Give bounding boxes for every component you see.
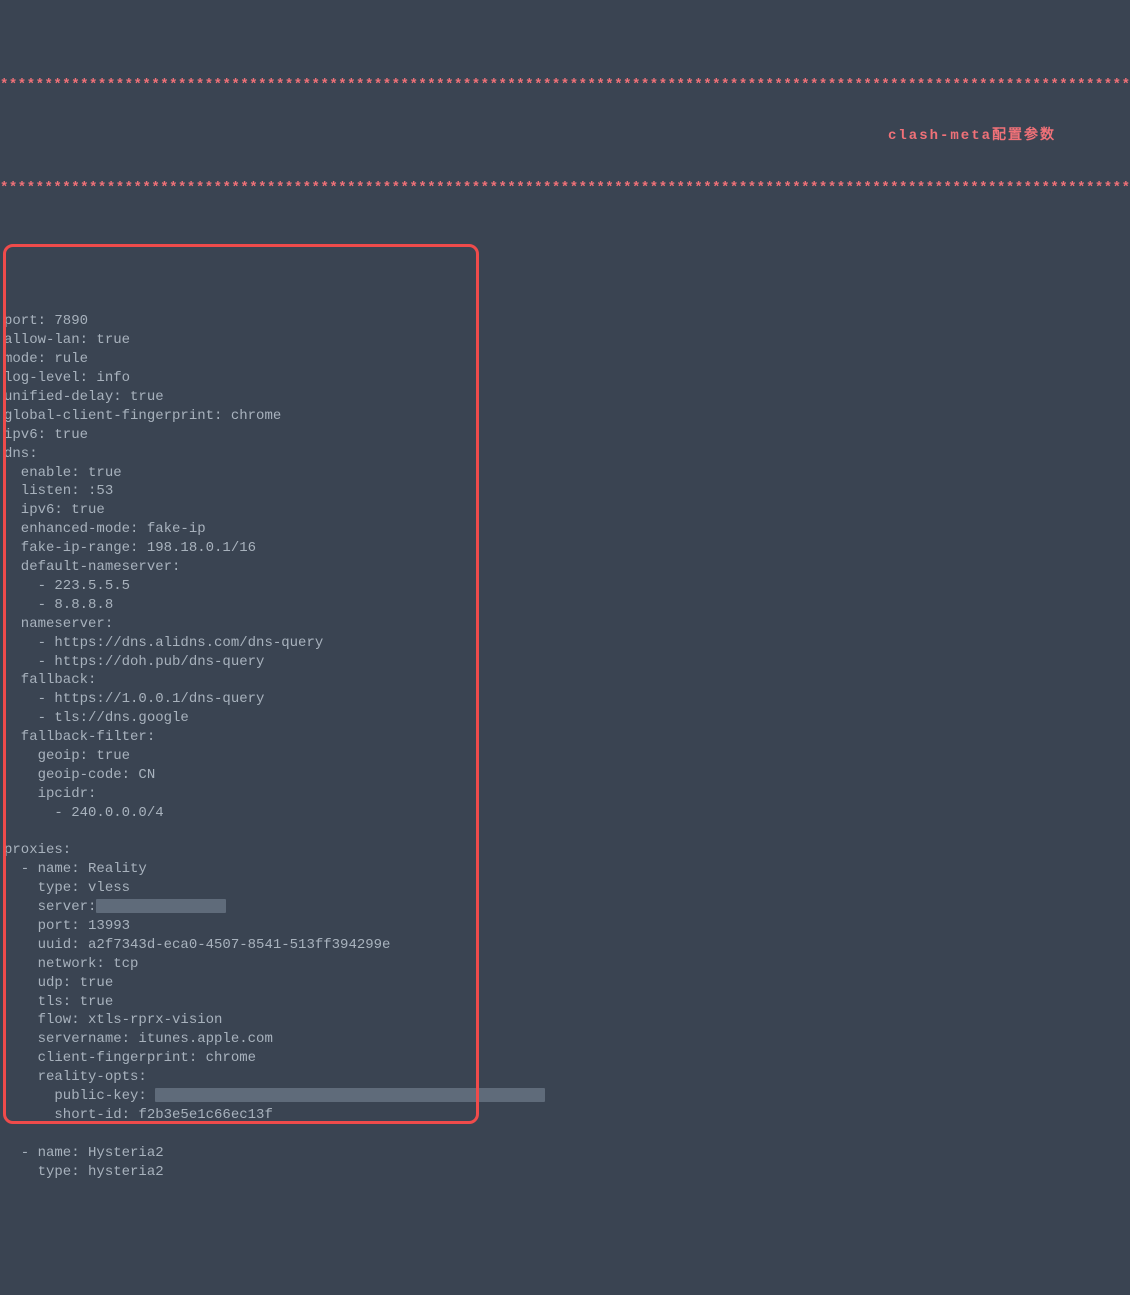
cfg-line: log-level: info <box>4 370 130 386</box>
cfg-line: port: 7890 <box>4 313 88 329</box>
cfg-line: mode: rule <box>4 351 88 367</box>
cfg-line: allow-lan: true <box>4 332 130 348</box>
cfg-line: - https://dns.alidns.com/dns-query <box>4 635 323 651</box>
cfg-line: enable: true <box>4 465 122 481</box>
cfg-line: tls: true <box>4 994 113 1010</box>
redacted-server <box>96 899 226 913</box>
cfg-line: default-nameserver: <box>4 559 180 575</box>
cfg-line: fallback: <box>4 672 96 688</box>
cfg-line: ipv6: true <box>4 427 88 443</box>
cfg-line: - 8.8.8.8 <box>4 597 113 613</box>
cfg-line: public-key: <box>4 1088 155 1104</box>
cfg-line: proxies: <box>4 842 71 858</box>
cfg-line: - https://1.0.0.1/dns-query <box>4 691 264 707</box>
cfg-line: client-fingerprint: chrome <box>4 1050 256 1066</box>
config-container: port: 7890 allow-lan: true mode: rule lo… <box>0 244 1130 1201</box>
banner-stars-bottom: ****************************************… <box>0 179 1130 198</box>
cfg-line: - name: Reality <box>4 861 147 877</box>
cfg-line: dns: <box>4 446 38 462</box>
cfg-line: uuid: a2f7343d-eca0-4507-8541-513ff39429… <box>4 937 390 953</box>
cfg-line: enhanced-mode: fake-ip <box>4 521 206 537</box>
cfg-line: geoip-code: CN <box>4 767 155 783</box>
cfg-line: port: 13993 <box>4 918 130 934</box>
cfg-line: listen: :53 <box>4 483 113 499</box>
cfg-line: ipcidr: <box>4 786 96 802</box>
cfg-line: reality-opts: <box>4 1069 147 1085</box>
banner-title: clash-meta配置参数 <box>0 113 1130 160</box>
cfg-line: short-id: f2b3e5e1c66ec13f <box>4 1107 273 1123</box>
cfg-line: - 223.5.5.5 <box>4 578 130 594</box>
redacted-public-key <box>155 1088 545 1102</box>
cfg-line: network: tcp <box>4 956 138 972</box>
cfg-line: nameserver: <box>4 616 113 632</box>
cfg-line: servername: itunes.apple.com <box>4 1031 273 1047</box>
cfg-line: type: hysteria2 <box>4 1164 164 1180</box>
cfg-line: - https://doh.pub/dns-query <box>4 654 264 670</box>
cfg-line: - name: Hysteria2 <box>4 1145 164 1161</box>
cfg-line: unified-delay: true <box>4 389 164 405</box>
cfg-line: - tls://dns.google <box>4 710 189 726</box>
banner-stars-top: ****************************************… <box>0 76 1130 95</box>
cfg-line: fallback-filter: <box>4 729 155 745</box>
cfg-line: global-client-fingerprint: chrome <box>4 408 281 424</box>
config-text-block: port: 7890 allow-lan: true mode: rule lo… <box>0 300 1130 1181</box>
cfg-line: geoip: true <box>4 748 130 764</box>
cfg-line: type: vless <box>4 880 130 896</box>
cfg-line: ipv6: true <box>4 502 105 518</box>
cfg-line: - 240.0.0.0/4 <box>4 805 164 821</box>
cfg-line: server: <box>4 899 96 915</box>
cfg-line: udp: true <box>4 975 113 991</box>
cfg-line: flow: xtls-rprx-vision <box>4 1012 222 1028</box>
cfg-line: fake-ip-range: 198.18.0.1/16 <box>4 540 256 556</box>
